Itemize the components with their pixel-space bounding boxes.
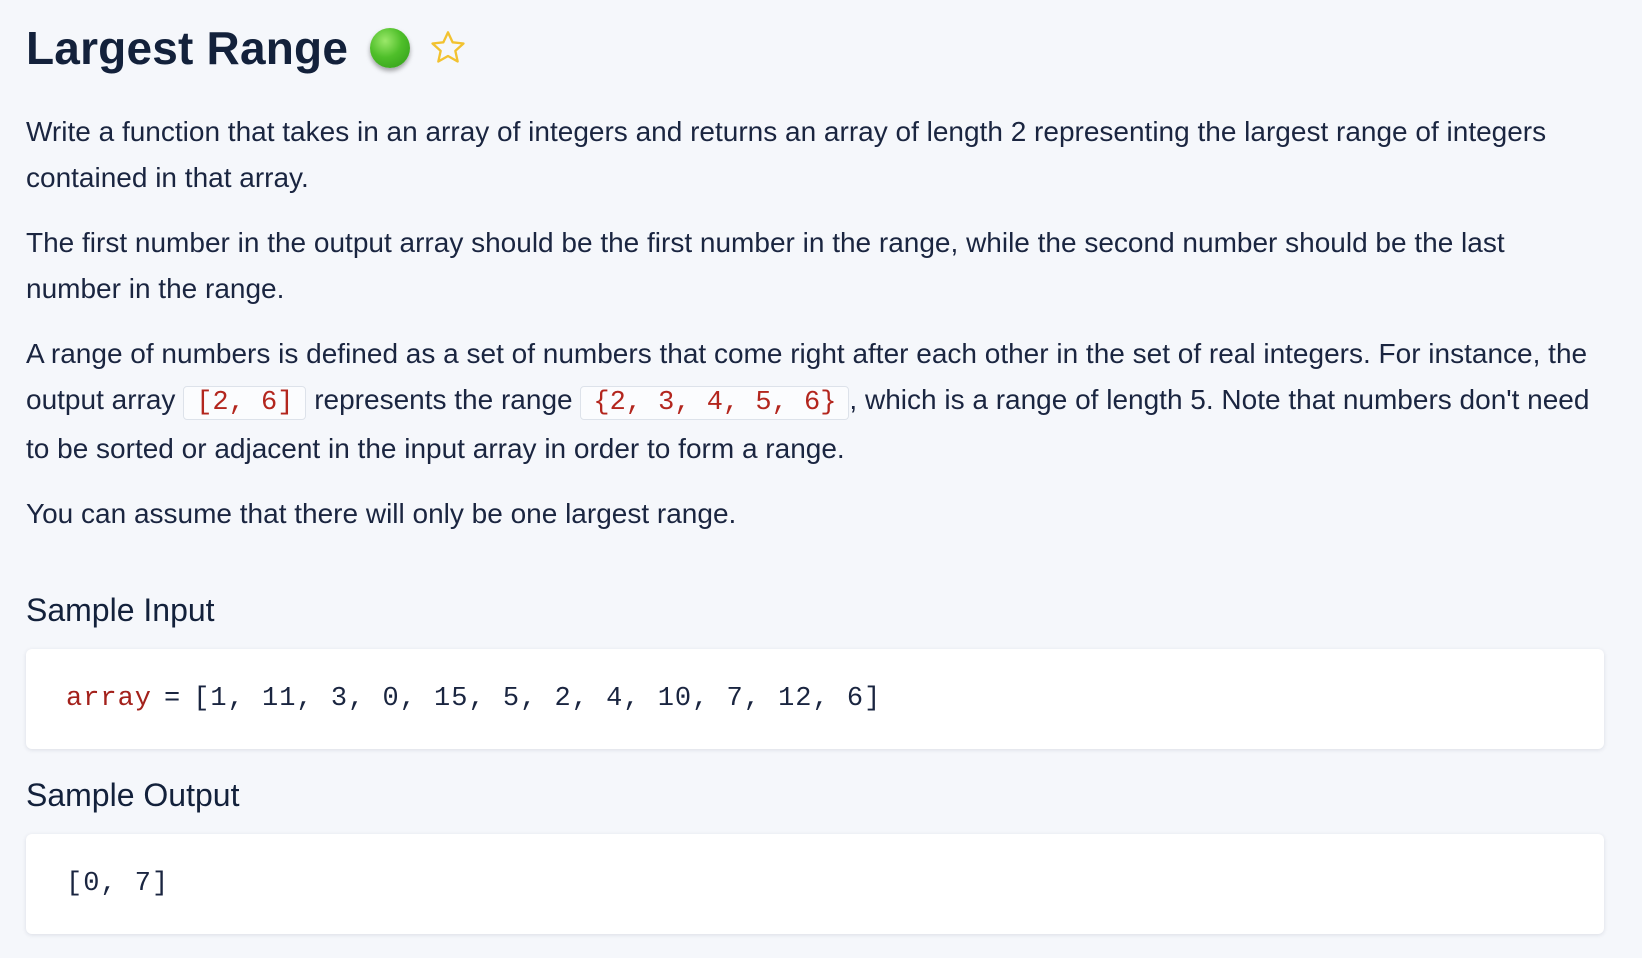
- description-text: represents the range: [306, 384, 581, 415]
- sample-input-code-block[interactable]: array = [1, 11, 3, 0, 15, 5, 2, 4, 10, 7, …: [26, 649, 1604, 749]
- inline-code-output-example: [2, 6]: [183, 386, 307, 420]
- star-outline-icon[interactable]: [428, 28, 468, 68]
- sample-input-variable: array: [66, 684, 153, 714]
- sample-input-operator: =: [164, 684, 182, 714]
- problem-panel: Largest Range Write a function that take…: [26, 0, 1604, 934]
- description-paragraph-4: You can assume that there will only be o…: [26, 498, 737, 529]
- description-paragraph-2: The first number in the output array sho…: [26, 227, 1505, 304]
- sample-output-heading: Sample Output: [26, 777, 240, 813]
- description-paragraph-1: Write a function that takes in an array …: [26, 116, 1547, 193]
- sample-output-value: [0, 7]: [66, 869, 170, 899]
- difficulty-indicator: [370, 28, 411, 68]
- problem-title: Largest Range: [26, 22, 349, 74]
- inline-code-range-example: {2, 3, 4, 5, 6}: [580, 386, 850, 420]
- title-row: Largest Range: [26, 0, 1604, 96]
- description-paragraph-3: A range of numbers is defined as a set o…: [26, 331, 1604, 472]
- sample-input-value: [1, 11, 3, 0, 15, 5, 2, 4, 10, 7, 12, 6]: [193, 684, 882, 714]
- sample-input-heading: Sample Input: [26, 592, 215, 628]
- sample-output-code-block[interactable]: [0, 7]: [26, 834, 1604, 934]
